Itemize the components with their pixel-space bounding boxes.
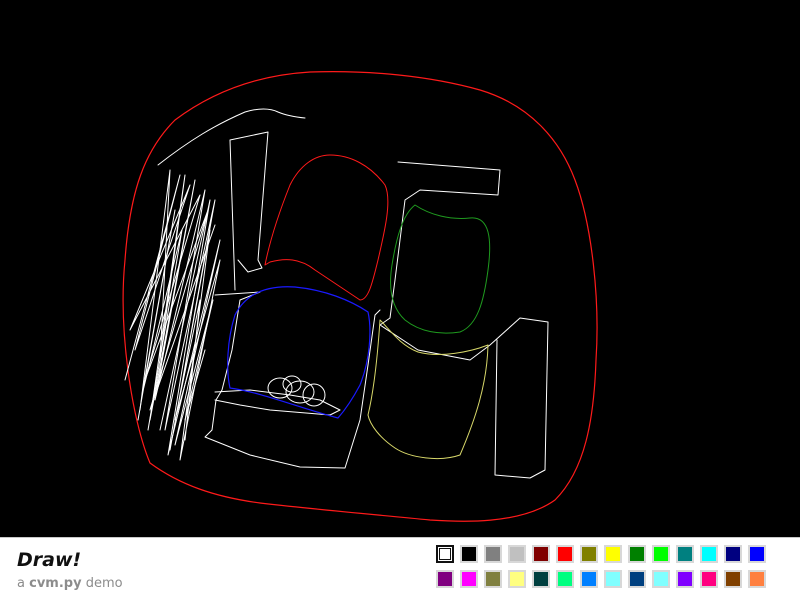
stroke-white-loops [267,375,326,407]
color-swatch[interactable] [724,570,742,588]
stroke-white-pillar [229,131,269,291]
stroke-red-arch [264,154,389,301]
color-palette [436,545,772,593]
color-swatch[interactable] [460,545,478,563]
stroke-blue-arch [227,286,371,419]
color-swatch[interactable] [460,570,478,588]
app-title: Draw! [17,549,82,571]
color-swatch[interactable] [556,545,574,563]
subtitle-name: cvm.py [29,576,82,591]
color-swatch[interactable] [628,545,646,563]
stroke-white-scribble [124,169,221,461]
subtitle-prefix: a [17,576,25,591]
color-swatch[interactable] [724,545,742,563]
color-swatch[interactable] [532,545,550,563]
color-swatch[interactable] [700,545,718,563]
app-subtitle: a cvm.py demo [17,576,123,591]
color-swatch[interactable] [436,570,454,588]
color-swatch[interactable] [748,570,766,588]
color-swatch[interactable] [700,570,718,588]
color-swatch[interactable] [436,545,454,563]
color-swatch[interactable] [604,570,622,588]
color-swatch[interactable] [652,545,670,563]
color-swatch[interactable] [580,570,598,588]
color-swatch[interactable] [628,570,646,588]
color-swatch[interactable] [676,570,694,588]
stroke-white-top [157,108,306,166]
stroke-white-bottom-block [204,291,381,469]
footer-bar: Draw! a cvm.py demo [0,537,800,600]
color-swatch[interactable] [748,545,766,563]
drawing-canvas[interactable] [0,0,800,537]
subtitle-suffix: demo [85,576,123,591]
stroke-green-arch [390,204,491,334]
color-swatch[interactable] [532,570,550,588]
color-swatch[interactable] [556,570,574,588]
color-swatch[interactable] [676,545,694,563]
stroke-white-ledge [214,389,341,416]
color-swatch[interactable] [508,545,526,563]
color-swatch[interactable] [508,570,526,588]
color-swatch[interactable] [580,545,598,563]
stroke-yellow-arch [367,319,489,460]
color-swatch[interactable] [652,570,670,588]
color-swatch[interactable] [484,545,502,563]
drawing-strokes [122,71,598,522]
color-swatch[interactable] [604,545,622,563]
color-swatch[interactable] [484,570,502,588]
